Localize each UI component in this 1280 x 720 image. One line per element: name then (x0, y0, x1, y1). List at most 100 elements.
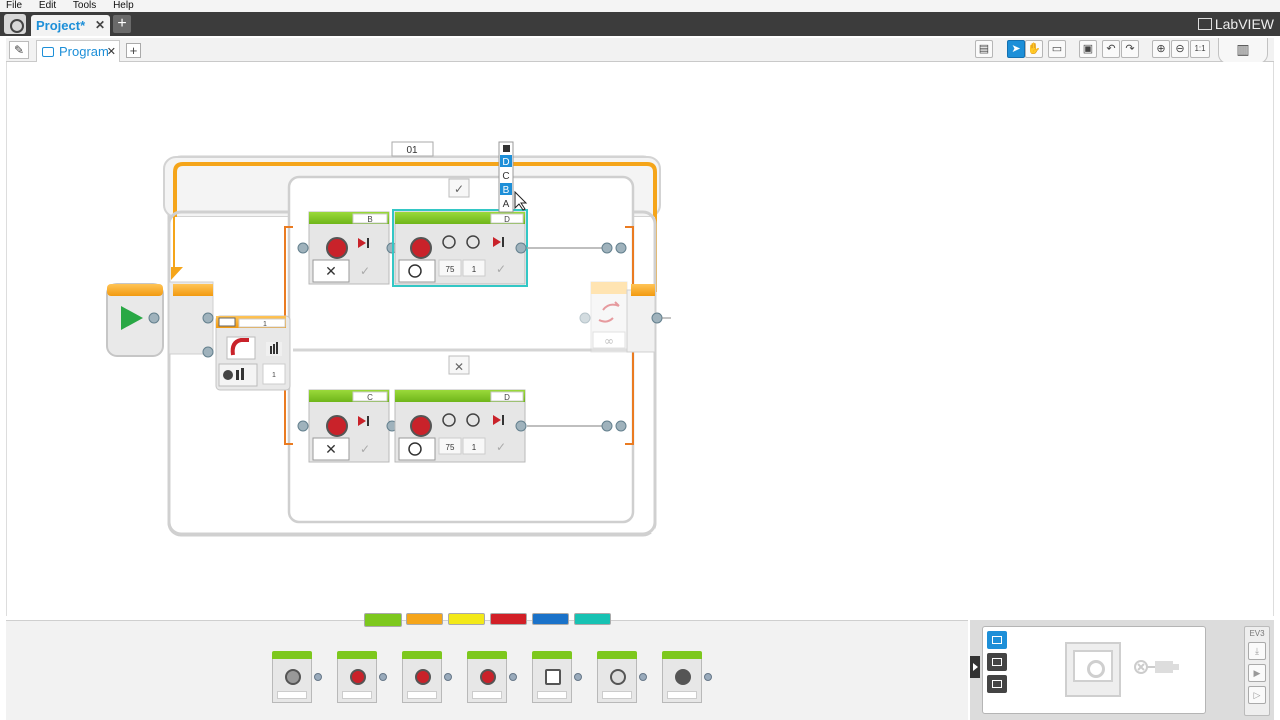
palette-block-display[interactable] (532, 651, 582, 703)
comment-icon[interactable]: ▭ (1048, 40, 1066, 58)
select-pointer-icon[interactable]: ➤ (1007, 40, 1025, 58)
download-icon[interactable]: ⤓ (1248, 642, 1266, 660)
palette-block-medium-motor[interactable] (272, 651, 322, 703)
true-case-label[interactable]: ✓ (454, 182, 464, 196)
menu-edit[interactable]: Edit (39, 0, 56, 12)
robot-educator-book-icon[interactable]: ▥ (1218, 38, 1268, 64)
download-and-run-icon[interactable]: ▶ (1248, 664, 1266, 682)
palette-block-move-tank[interactable] (467, 651, 517, 703)
bottom-rotations-value[interactable]: 1 (472, 443, 477, 452)
svg-text:✓: ✓ (496, 262, 506, 276)
top-large-motor-block[interactable]: B ✕ ✓ (297, 211, 398, 285)
top-block1-port[interactable]: B (367, 215, 372, 224)
top-motor-rotations-block[interactable]: D 75 1 ✓ (392, 209, 528, 287)
port-option-d[interactable]: D (502, 157, 509, 168)
port-view-tab-icon[interactable] (987, 653, 1007, 671)
bottom-motor-rotations-block[interactable]: D 75 1 ✓ (394, 389, 527, 463)
sound-icon (610, 669, 626, 685)
zoom-out-icon[interactable]: ⊖ (1171, 40, 1189, 58)
port-option-c[interactable]: C (502, 171, 509, 182)
svg-text:✓: ✓ (360, 442, 370, 456)
project-tab[interactable]: Project* ✕ (31, 15, 110, 36)
menu-file[interactable]: File (6, 0, 22, 12)
port-option-b[interactable]: B (503, 185, 510, 196)
project-properties-wrench-icon[interactable]: ✎ (9, 41, 29, 59)
motor-off-icon: ✕ (325, 264, 337, 280)
programming-palette (6, 613, 968, 720)
svg-text:✕: ✕ (325, 442, 337, 458)
port-option-a[interactable]: A (503, 199, 510, 210)
menu-help[interactable]: Help (113, 0, 134, 12)
svg-text:✓: ✓ (496, 440, 506, 454)
brick-information-tab-icon[interactable] (987, 631, 1007, 649)
sensor-threshold[interactable]: 1 (272, 372, 276, 379)
hardware-page: EV3 ⤓ ▶ ▷ (970, 620, 1274, 720)
palette-block-move-steering[interactable] (402, 651, 452, 703)
expand-hardware-page-icon[interactable] (970, 656, 980, 678)
move-tank-icon (480, 669, 496, 685)
measure-mode-icon (223, 370, 233, 380)
sequence-plug-icon (148, 312, 160, 324)
loop-name-tab[interactable]: 01 (391, 141, 434, 157)
palette-tab-sensor[interactable] (448, 613, 485, 625)
move-steering-icon (415, 669, 431, 685)
brake-icon: ✓ (360, 264, 370, 278)
close-project-icon[interactable]: ✕ (95, 15, 105, 36)
zoom-in-icon[interactable]: ⊕ (1152, 40, 1170, 58)
top-power-value[interactable]: 75 (446, 265, 455, 274)
add-project-button[interactable]: + (113, 15, 131, 33)
close-program-icon[interactable]: ✕ (107, 41, 116, 63)
program-tab-label: Program (59, 44, 109, 59)
content-editor-icon[interactable]: ▤ (975, 40, 993, 58)
brand-name: LabVIEW (1214, 16, 1274, 32)
infinite-mode-icon: ∞ (604, 334, 614, 348)
display-icon (545, 669, 561, 685)
palette-block-sound[interactable] (597, 651, 647, 703)
start-block[interactable] (106, 283, 164, 357)
menu-bar: File Edit Tools Help (0, 0, 1280, 12)
bottom-large-motor-block[interactable]: C ✕ ✓ (297, 389, 398, 463)
bottom-block2-port[interactable]: D (504, 393, 510, 402)
add-program-button[interactable]: + (126, 43, 141, 58)
loop-label: 01 (406, 145, 418, 156)
bottom-power-value[interactable]: 75 (446, 443, 455, 452)
available-bricks-tab-icon[interactable] (987, 675, 1007, 693)
medium-motor-icon (285, 669, 301, 685)
sensor-header[interactable]: 1 1 (202, 312, 291, 391)
redo-icon[interactable]: ↷ (1121, 40, 1139, 58)
ev3-label: EV3 (1249, 629, 1265, 638)
run-selected-icon[interactable]: ▷ (1248, 686, 1266, 704)
programming-canvas[interactable]: 01 ✓ ✕ 1 1 B ✕ ✓ D 75 1 ✓ D C B A C ✕ ✓ … (6, 62, 1274, 616)
save-icon[interactable]: ▣ (1079, 40, 1097, 58)
palette-tab-action[interactable] (364, 613, 402, 627)
usb-disconnected-icon (1134, 660, 1179, 674)
top-rotations-value[interactable]: 1 (472, 265, 477, 274)
zoom-reset-button[interactable]: 1:1 (1190, 40, 1210, 58)
undo-icon[interactable]: ↶ (1102, 40, 1120, 58)
port-lock-icon (503, 145, 510, 152)
palette-block-brick-status-light[interactable] (662, 651, 712, 703)
palette-tab-my-blocks[interactable] (574, 613, 611, 625)
program-tab-bar: ✎ Program ✕ + ▤ ➤ ✋ ▭ ▣ ↶ ↷ ⊕ ⊖ 1:1 ▥ (6, 38, 1274, 64)
menu-tools[interactable]: Tools (73, 0, 96, 12)
ev3-brick-icon (1065, 642, 1121, 697)
false-case-label[interactable]: ✕ (454, 360, 464, 374)
ev3-controls: EV3 ⤓ ▶ ▷ (1244, 626, 1270, 716)
lobby-icon[interactable] (4, 14, 26, 34)
tab-program[interactable]: Program ✕ (36, 40, 120, 63)
hardware-content (982, 626, 1206, 714)
pan-hand-icon[interactable]: ✋ (1025, 40, 1043, 58)
palette-tab-data-operations[interactable] (490, 613, 527, 625)
labview-logo: LabVIEW (1197, 15, 1274, 33)
project-tab-label: Project* (36, 18, 86, 33)
palette-tab-flow-control[interactable] (406, 613, 443, 625)
sensor-port[interactable]: 1 (263, 321, 267, 328)
program-diagram: 01 ✓ ✕ 1 1 B ✕ ✓ D 75 1 ✓ D C B A C ✕ ✓ … (106, 141, 671, 537)
palette-block-large-motor[interactable] (337, 651, 387, 703)
project-bar: Project* ✕ + LabVIEW (0, 12, 1280, 36)
program-icon (42, 47, 54, 57)
palette-tab-advanced[interactable] (532, 613, 569, 625)
bottom-block1-port[interactable]: C (367, 393, 373, 402)
top-block2-port[interactable]: D (504, 215, 510, 224)
large-motor-icon (350, 669, 366, 685)
